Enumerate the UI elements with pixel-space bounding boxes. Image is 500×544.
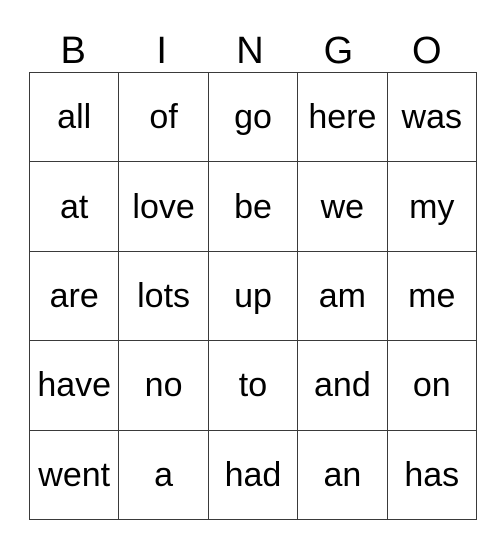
bingo-row: are lots up am me [28,250,477,342]
bingo-cell-word: to [238,366,268,405]
bingo-cell[interactable]: am [297,250,388,342]
bingo-cell[interactable]: up [207,250,299,342]
bingo-header-letter: I [156,30,167,72]
bingo-cell-word: on [412,366,451,405]
bingo-cell[interactable]: love [118,161,209,252]
bingo-cell-word: be [234,187,272,226]
bingo-grid: all of go here was at love be we my are … [28,71,477,520]
bingo-cell[interactable]: to [207,340,299,431]
bingo-cell-word: am [318,276,366,315]
bingo-cell[interactable]: me [386,250,477,342]
bingo-cell-word: all [57,98,92,137]
bingo-cell-word: at [60,187,89,226]
bingo-cell-word: lots [137,276,191,315]
bingo-header-i: I [117,16,205,72]
bingo-cell-word: me [408,276,456,315]
bingo-cell-word: we [320,187,365,226]
bingo-header-n: N [206,16,294,72]
bingo-cell[interactable]: of [118,71,209,163]
bingo-header-letter: N [236,30,264,72]
bingo-header-b: B [29,16,117,72]
bingo-row: went a had an has [28,429,477,520]
bingo-row: at love be we my [28,161,477,252]
bingo-cell-word: had [224,455,282,494]
bingo-column-headers: B I N G O [29,16,471,72]
bingo-header-letter: O [412,30,442,72]
bingo-cell[interactable]: lots [118,250,209,342]
bingo-cell-word: no [144,366,183,405]
bingo-cell[interactable]: we [297,161,388,252]
bingo-cell[interactable]: was [386,71,477,163]
bingo-cell[interactable]: and [297,340,388,431]
bingo-header-letter: B [60,30,86,72]
bingo-cell[interactable]: here [297,71,388,163]
bingo-cell-word: are [49,276,99,315]
bingo-cell-word: of [149,98,178,137]
bingo-cell[interactable]: have [28,340,120,431]
bingo-cell[interactable]: a [118,429,209,520]
bingo-cell[interactable]: at [28,161,120,252]
bingo-cell-word: an [323,455,362,494]
bingo-cell-word: love [132,187,195,226]
bingo-header-o: O [383,16,471,72]
bingo-cell[interactable]: has [386,429,477,520]
bingo-cell-word: have [37,366,112,405]
bingo-cell[interactable]: are [28,250,120,342]
bingo-row: all of go here was [28,71,477,163]
bingo-card: B I N G O all of go here was at love be … [28,16,477,520]
bingo-cell[interactable]: had [207,429,299,520]
bingo-cell-word: my [409,187,455,226]
bingo-cell[interactable]: on [386,340,477,431]
bingo-cell-word: up [234,276,272,315]
bingo-cell[interactable]: go [207,71,299,163]
bingo-cell-word: a [154,455,174,494]
bingo-cell-word: here [308,98,377,137]
bingo-header-letter: G [323,30,354,72]
bingo-cell[interactable]: no [118,340,209,431]
bingo-cell-word: went [38,455,111,494]
bingo-header-g: G [294,16,382,72]
bingo-cell-word: and [314,366,371,405]
bingo-cell[interactable]: my [386,161,477,252]
bingo-cell-word: has [404,455,460,494]
bingo-row: have no to and on [28,340,477,431]
bingo-cell[interactable]: went [28,429,120,520]
bingo-cell[interactable]: an [297,429,388,520]
bingo-cell[interactable]: be [207,161,299,252]
bingo-cell-word: was [401,98,462,137]
bingo-cell-word: go [234,98,272,137]
bingo-cell[interactable]: all [28,71,120,163]
